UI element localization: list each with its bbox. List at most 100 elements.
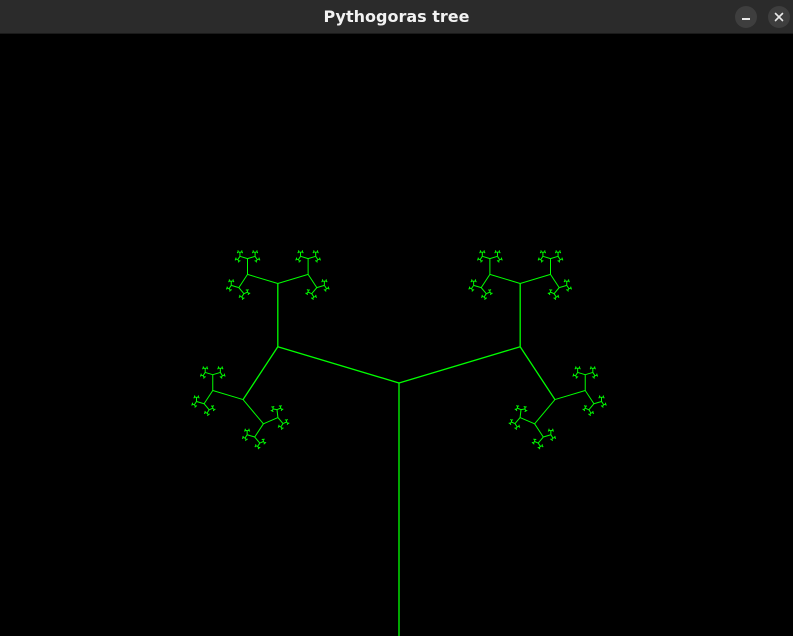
- tree-branch: [557, 256, 561, 260]
- tree-branch: [280, 423, 284, 428]
- tree-branch: [593, 375, 596, 378]
- tree-branch: [585, 407, 590, 411]
- tree-branch: [554, 390, 586, 401]
- tree-branch: [538, 446, 541, 449]
- tree-branch: [483, 296, 486, 299]
- tree-branch: [196, 400, 205, 405]
- tree-branch: [323, 285, 327, 289]
- drawing-canvas[interactable]: [0, 34, 793, 636]
- tree-branch: [398, 346, 521, 384]
- tree-branch: [247, 255, 256, 260]
- tree-branch: [519, 409, 522, 418]
- tree-branch: [517, 407, 522, 411]
- pythagoras-tree: [191, 250, 607, 636]
- tree-branch: [244, 437, 247, 440]
- tree-branch: [583, 407, 586, 411]
- tree-branch: [254, 436, 261, 444]
- tree-branch: [277, 417, 284, 424]
- tree-branch: [238, 274, 248, 288]
- tree-branch: [276, 407, 281, 411]
- tree-branch: [244, 434, 248, 439]
- tree-branch: [300, 255, 309, 260]
- tree-branch: [543, 434, 552, 438]
- tree-branch: [255, 259, 258, 262]
- tree-branch: [263, 417, 279, 425]
- tree-branch: [220, 375, 223, 378]
- tree-branch: [246, 434, 255, 438]
- tree-branch: [286, 421, 289, 424]
- tree-branch: [486, 291, 491, 295]
- tree-branch: [206, 409, 210, 414]
- tree-branch: [567, 288, 570, 291]
- tree-branch: [203, 403, 210, 411]
- tree-branch: [601, 401, 605, 406]
- tree-branch: [247, 273, 278, 284]
- tree-branch: [203, 390, 214, 405]
- tree-branch: [247, 291, 250, 294]
- close-button[interactable]: [768, 6, 790, 28]
- tree-branch: [588, 403, 595, 411]
- tree-branch: [277, 273, 309, 284]
- tree-branch: [480, 274, 491, 288]
- title-bar[interactable]: Pythogoras tree: [0, 0, 793, 34]
- tree-branch: [241, 293, 245, 298]
- minimize-button[interactable]: [735, 6, 757, 28]
- tree-branch: [537, 442, 541, 447]
- tree-branch: [471, 285, 475, 289]
- tree-branch: [553, 287, 560, 295]
- tree-branch: [212, 371, 221, 376]
- tree-branch: [273, 408, 278, 411]
- tree-branch: [548, 291, 551, 294]
- tree-branch: [593, 400, 602, 405]
- tree-branch: [554, 296, 557, 299]
- tree-branch: [324, 288, 327, 291]
- app-window: Pythogoras tree: [0, 0, 793, 636]
- tree-branch: [280, 407, 283, 410]
- tree-branch: [212, 390, 244, 401]
- tree-branch: [551, 437, 554, 440]
- tree-branch: [297, 256, 301, 260]
- tree-branch: [312, 296, 315, 299]
- tree-branch: [588, 409, 592, 414]
- tree-branch: [550, 291, 555, 295]
- tree-branch: [307, 274, 318, 288]
- tree-branch: [575, 375, 578, 378]
- tree-branch: [228, 285, 232, 289]
- tree-branch: [519, 417, 535, 425]
- tree-branch: [602, 404, 605, 407]
- tree-branch: [592, 372, 596, 377]
- tree-branch: [242, 399, 264, 425]
- tree-branch: [277, 346, 400, 384]
- tree-branch: [228, 288, 231, 291]
- tree-branch: [237, 259, 240, 262]
- tree-branch: [575, 372, 579, 377]
- tree-branch: [589, 412, 592, 415]
- tree-branch: [584, 390, 595, 405]
- tree-branch: [537, 436, 544, 444]
- tree-branch: [532, 441, 535, 444]
- tree-branch: [514, 417, 521, 424]
- tree-branch: [520, 273, 551, 284]
- tree-branch: [263, 441, 266, 444]
- tree-branch: [208, 407, 213, 411]
- tree-branch: [280, 426, 283, 429]
- tree-branch: [479, 256, 483, 260]
- tree-branch: [307, 255, 316, 260]
- tree-branch: [515, 407, 518, 410]
- tree-branch: [473, 284, 482, 289]
- tree-branch: [257, 446, 260, 449]
- tree-branch: [259, 441, 264, 444]
- tree-branch: [479, 259, 482, 262]
- tree-branch: [550, 434, 554, 439]
- tree-branch: [566, 285, 570, 289]
- tree-branch: [553, 293, 557, 298]
- tree-branch: [483, 293, 487, 298]
- tree-branch: [241, 296, 244, 299]
- tree-branch: [489, 255, 498, 260]
- tree-branch: [238, 287, 245, 295]
- tree-branch: [558, 259, 561, 262]
- tree-branch: [297, 259, 301, 262]
- tree-branch: [550, 274, 560, 288]
- tree-branch: [311, 293, 315, 298]
- tree-branch: [212, 407, 215, 411]
